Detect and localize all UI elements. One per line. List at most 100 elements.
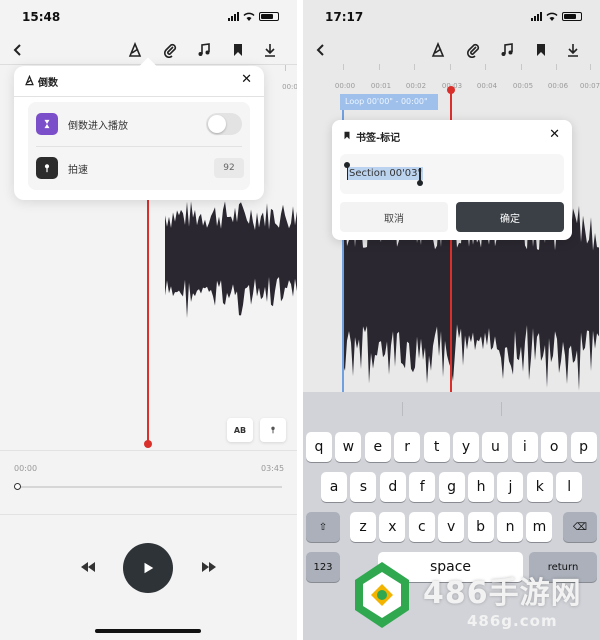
- key-h[interactable]: h: [468, 472, 494, 502]
- music-note-icon[interactable]: [497, 40, 517, 60]
- key-c[interactable]: c: [408, 512, 435, 542]
- playhead-handle[interactable]: [144, 440, 152, 448]
- key-p[interactable]: p: [570, 432, 597, 462]
- attachment-icon[interactable]: [463, 40, 483, 60]
- key-y[interactable]: y: [453, 432, 479, 462]
- key-t[interactable]: t: [423, 432, 450, 462]
- play-button[interactable]: [123, 543, 173, 593]
- key-k[interactable]: k: [526, 472, 553, 502]
- bookmark-name-input[interactable]: Section 00'03": [340, 154, 564, 194]
- key-f[interactable]: f: [409, 472, 436, 502]
- key-g[interactable]: g: [438, 472, 465, 502]
- status-icons: [228, 12, 279, 21]
- key-o[interactable]: o: [541, 432, 568, 462]
- numbers-key[interactable]: 123: [306, 552, 340, 582]
- key-x[interactable]: x: [379, 512, 406, 542]
- metronome-icon[interactable]: [125, 40, 145, 60]
- countdown-popover: 倒数 ✕ 倒数进入播放 拍速 92: [14, 57, 264, 200]
- ruler-label: 00:0: [282, 83, 297, 91]
- status-bar: 17:17: [303, 0, 600, 34]
- metronome-icon: [25, 75, 34, 86]
- key-r[interactable]: r: [394, 432, 421, 462]
- key-b[interactable]: b: [467, 512, 494, 542]
- cancel-button[interactable]: 取消: [340, 202, 448, 232]
- key-m[interactable]: m: [526, 512, 553, 542]
- close-icon[interactable]: ✕: [549, 127, 560, 142]
- pin-icon: [271, 426, 275, 434]
- fast-forward-icon[interactable]: [200, 559, 218, 575]
- list-item-tempo[interactable]: 拍速 92: [28, 146, 250, 190]
- rewind-icon[interactable]: [79, 559, 97, 575]
- selected-text[interactable]: Section 00'03": [348, 167, 424, 180]
- ruler-label: 00:00: [334, 82, 356, 90]
- key-j[interactable]: j: [497, 472, 524, 502]
- bookmark-icon: [344, 131, 350, 140]
- countdown-settings-list: 倒数进入播放 拍速 92: [28, 102, 250, 190]
- time-start: 00:00: [14, 464, 38, 473]
- status-time: 17:17: [325, 10, 364, 24]
- status-bar: 15:48: [0, 0, 297, 34]
- download-icon[interactable]: [260, 40, 280, 60]
- ruler-label: 00:06: [547, 82, 569, 90]
- key-i[interactable]: i: [511, 432, 538, 462]
- key-q[interactable]: q: [306, 432, 332, 462]
- list-item-countdown: 倒数进入播放: [28, 102, 250, 146]
- watermark-url: 486g.com: [467, 612, 558, 630]
- key-z[interactable]: z: [350, 512, 376, 542]
- download-icon[interactable]: [563, 40, 583, 60]
- toolbar: [303, 36, 600, 64]
- back-icon[interactable]: [311, 40, 331, 60]
- battery-icon: [562, 12, 582, 21]
- suggestion-bar: [303, 392, 600, 426]
- countdown-label: 倒数进入播放: [68, 120, 128, 132]
- watermark-brand: 486手游网: [423, 576, 582, 611]
- wifi-icon: [243, 12, 255, 21]
- time-end: 03:45: [261, 464, 285, 473]
- play-icon: [144, 562, 154, 574]
- watermark-logo: [355, 562, 409, 628]
- metronome-icon[interactable]: [428, 40, 448, 60]
- ruler-label: 00:02: [405, 82, 427, 90]
- bookmark-icon[interactable]: [531, 40, 551, 60]
- playhead[interactable]: [147, 200, 149, 444]
- confirm-button[interactable]: 确定: [456, 202, 564, 232]
- playhead-handle[interactable]: [447, 86, 455, 94]
- status-icons: [531, 12, 582, 21]
- progress-knob[interactable]: [14, 483, 21, 490]
- left-screen: 15:48 00:0 倒数 ✕ 倒数进入播放 拍速 92 AB 00:00 03…: [0, 0, 297, 640]
- ab-loop-button[interactable]: AB: [227, 418, 253, 442]
- selection-end-handle[interactable]: [417, 180, 423, 186]
- key-w[interactable]: w: [335, 432, 362, 462]
- key-e[interactable]: e: [364, 432, 391, 462]
- shift-key[interactable]: ⇧: [306, 512, 340, 542]
- dialog-title: 书签-标记: [356, 133, 401, 144]
- key-u[interactable]: u: [482, 432, 509, 462]
- marker-button[interactable]: [260, 418, 286, 442]
- metronome-pin-icon: [36, 157, 58, 179]
- key-s[interactable]: s: [350, 472, 377, 502]
- status-time: 15:48: [22, 10, 61, 24]
- tempo-label: 拍速: [68, 164, 88, 176]
- bookmark-icon[interactable]: [228, 40, 248, 60]
- key-d[interactable]: d: [379, 472, 406, 502]
- countdown-toggle[interactable]: [206, 113, 242, 135]
- close-icon[interactable]: ✕: [241, 72, 252, 87]
- tempo-value[interactable]: 92: [214, 158, 244, 178]
- battery-icon: [259, 12, 279, 21]
- backspace-key[interactable]: ⌫: [563, 512, 597, 542]
- transport-controls: [0, 515, 297, 640]
- key-v[interactable]: v: [438, 512, 465, 542]
- music-note-icon[interactable]: [194, 40, 214, 60]
- watermark: 486手游网 486g.com: [345, 560, 600, 640]
- loop-range-label[interactable]: Loop 00'00" - 00:00": [340, 94, 438, 110]
- key-a[interactable]: a: [321, 472, 347, 502]
- signal-icon: [228, 12, 239, 21]
- attachment-icon[interactable]: [160, 40, 180, 60]
- popover-title: 倒数: [38, 78, 58, 89]
- back-icon[interactable]: [8, 40, 28, 60]
- key-n[interactable]: n: [497, 512, 523, 542]
- ruler-label: 00:01: [370, 82, 392, 90]
- progress-track[interactable]: [14, 486, 282, 488]
- signal-icon: [531, 12, 542, 21]
- key-l[interactable]: l: [556, 472, 583, 502]
